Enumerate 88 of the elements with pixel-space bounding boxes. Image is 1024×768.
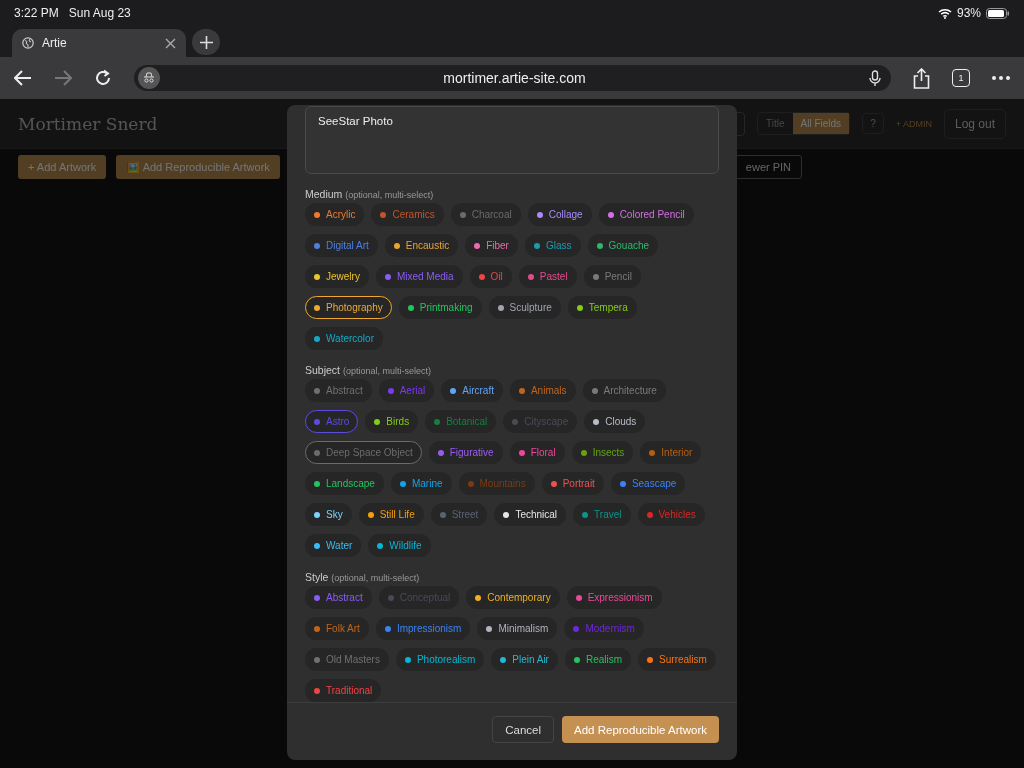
battery-percent: 93% bbox=[956, 6, 981, 20]
reload-icon[interactable] bbox=[94, 69, 112, 87]
url-text: mortimer.artie-site.com bbox=[442, 70, 587, 86]
wifi-icon bbox=[937, 7, 952, 19]
tag-chip[interactable]: Impressionism bbox=[375, 617, 471, 640]
tag-chip[interactable]: Botanical bbox=[425, 410, 497, 433]
submit-button[interactable]: Add Reproducible Artwork bbox=[562, 716, 719, 743]
section-label: Medium (optional, multi-select) bbox=[305, 188, 435, 200]
tag-chip[interactable]: Fiber bbox=[465, 234, 518, 257]
tag-chip[interactable]: Oil bbox=[469, 265, 512, 288]
title-textarea[interactable]: SeeStar Photo bbox=[305, 106, 719, 174]
tag-chip[interactable]: Jewelry bbox=[305, 265, 369, 288]
tag-chip[interactable]: Pastel bbox=[518, 265, 577, 288]
tag-chip[interactable]: Photorealism bbox=[395, 648, 485, 671]
close-icon[interactable] bbox=[165, 37, 176, 49]
tag-chip[interactable]: Abstract bbox=[305, 586, 372, 609]
tag-chip[interactable]: Glass bbox=[524, 234, 581, 257]
tag-chip[interactable]: Insects bbox=[571, 441, 634, 464]
tag-chip[interactable]: Colored Pencil bbox=[598, 203, 694, 226]
tag-chip[interactable]: Architecture bbox=[582, 379, 666, 402]
tag-chip[interactable]: Street bbox=[430, 503, 488, 526]
status-date: Sun Aug 23 bbox=[68, 6, 131, 20]
browser-tab[interactable]: Artie bbox=[12, 29, 186, 57]
tag-chip[interactable]: Printmaking bbox=[398, 296, 482, 319]
tag-chip[interactable]: Vehicles bbox=[637, 503, 705, 526]
incognito-icon bbox=[138, 67, 160, 89]
tag-chip[interactable]: Abstract bbox=[305, 379, 372, 402]
tag-chip[interactable]: Still Life bbox=[358, 503, 424, 526]
tag-chip[interactable]: Landscape bbox=[305, 472, 384, 495]
forward-icon[interactable] bbox=[54, 70, 72, 86]
microphone-icon[interactable] bbox=[869, 69, 881, 87]
address-bar[interactable]: mortimer.artie-site.com bbox=[134, 65, 891, 91]
tag-chip[interactable]: Collage bbox=[527, 203, 592, 226]
section-label: Subject (optional, multi-select) bbox=[305, 364, 432, 376]
tag-chip[interactable]: Pencil bbox=[583, 265, 641, 288]
tag-chip[interactable]: Aerial bbox=[378, 379, 435, 402]
tag-chip[interactable]: Ceramics bbox=[371, 203, 444, 226]
tag-chip[interactable]: Seascape bbox=[610, 472, 686, 495]
tag-chip[interactable]: Birds bbox=[365, 410, 419, 433]
tag-chip[interactable]: Digital Art bbox=[305, 234, 378, 257]
tag-chip[interactable]: Charcoal bbox=[450, 203, 521, 226]
tag-chip[interactable]: Expressionism bbox=[566, 586, 662, 609]
tag-chip[interactable]: Sky bbox=[305, 503, 352, 526]
back-icon[interactable] bbox=[14, 70, 32, 86]
tag-chip[interactable]: Folk Art bbox=[305, 617, 369, 640]
section-label: Style (optional, multi-select) bbox=[305, 571, 421, 583]
tag-chip[interactable]: Marine bbox=[390, 472, 452, 495]
more-icon[interactable] bbox=[992, 76, 1010, 80]
tag-chip[interactable]: Sculpture bbox=[488, 296, 561, 319]
cancel-button[interactable]: Cancel bbox=[492, 716, 555, 743]
tab-count-button[interactable]: 1 bbox=[952, 69, 970, 87]
tag-chip[interactable]: Minimalism bbox=[477, 617, 558, 640]
tag-chip[interactable]: Floral bbox=[509, 441, 565, 464]
help-button[interactable]: ? bbox=[862, 113, 884, 134]
tag-chip[interactable]: Wildlife bbox=[368, 534, 431, 557]
tag-chip[interactable]: Clouds bbox=[584, 410, 646, 433]
tag-chip[interactable]: Figurative bbox=[428, 441, 503, 464]
tag-chip[interactable]: Tempera bbox=[567, 296, 637, 319]
tag-chip[interactable]: Deep Space Object bbox=[305, 441, 422, 464]
tag-chip[interactable]: Traditional bbox=[305, 679, 382, 702]
tag-chip[interactable]: Mixed Media bbox=[375, 265, 463, 288]
tag-chip[interactable]: Photography bbox=[305, 296, 392, 319]
status-time: 3:22 PM bbox=[14, 6, 59, 20]
tag-chip[interactable]: Aircraft bbox=[441, 379, 503, 402]
tag-chip[interactable]: Gouache bbox=[587, 234, 659, 257]
tag-chip[interactable]: Encaustic bbox=[384, 234, 459, 257]
tab-title: Artie bbox=[42, 36, 68, 50]
tag-chip[interactable]: Travel bbox=[573, 503, 631, 526]
plus-icon bbox=[199, 35, 213, 49]
logout-button[interactable]: Log out bbox=[943, 108, 1006, 139]
new-tab-button[interactable] bbox=[192, 29, 220, 55]
tag-chip[interactable]: Portrait bbox=[541, 472, 604, 495]
tag-chip[interactable]: Astro bbox=[305, 410, 359, 433]
tag-chip[interactable]: Acrylic bbox=[305, 203, 365, 226]
tag-chip[interactable]: Animals bbox=[509, 379, 576, 402]
tag-chip[interactable]: Surrealism bbox=[638, 648, 716, 671]
tag-chip[interactable]: Technical bbox=[494, 503, 567, 526]
tag-chip[interactable]: Realism bbox=[564, 648, 632, 671]
globe-icon bbox=[22, 37, 34, 49]
share-icon[interactable] bbox=[913, 67, 930, 89]
tag-chip[interactable]: Plein Air bbox=[491, 648, 558, 671]
battery-icon bbox=[986, 7, 1010, 19]
tag-chip[interactable]: Water bbox=[305, 534, 362, 557]
tag-chip[interactable]: Old Masters bbox=[305, 648, 389, 671]
tag-chip[interactable]: Watercolor bbox=[305, 327, 383, 350]
tag-chip[interactable]: Interior bbox=[640, 441, 702, 464]
tag-chip[interactable]: Contemporary bbox=[466, 586, 560, 609]
site-title: Mortimer Snerd bbox=[18, 113, 158, 134]
